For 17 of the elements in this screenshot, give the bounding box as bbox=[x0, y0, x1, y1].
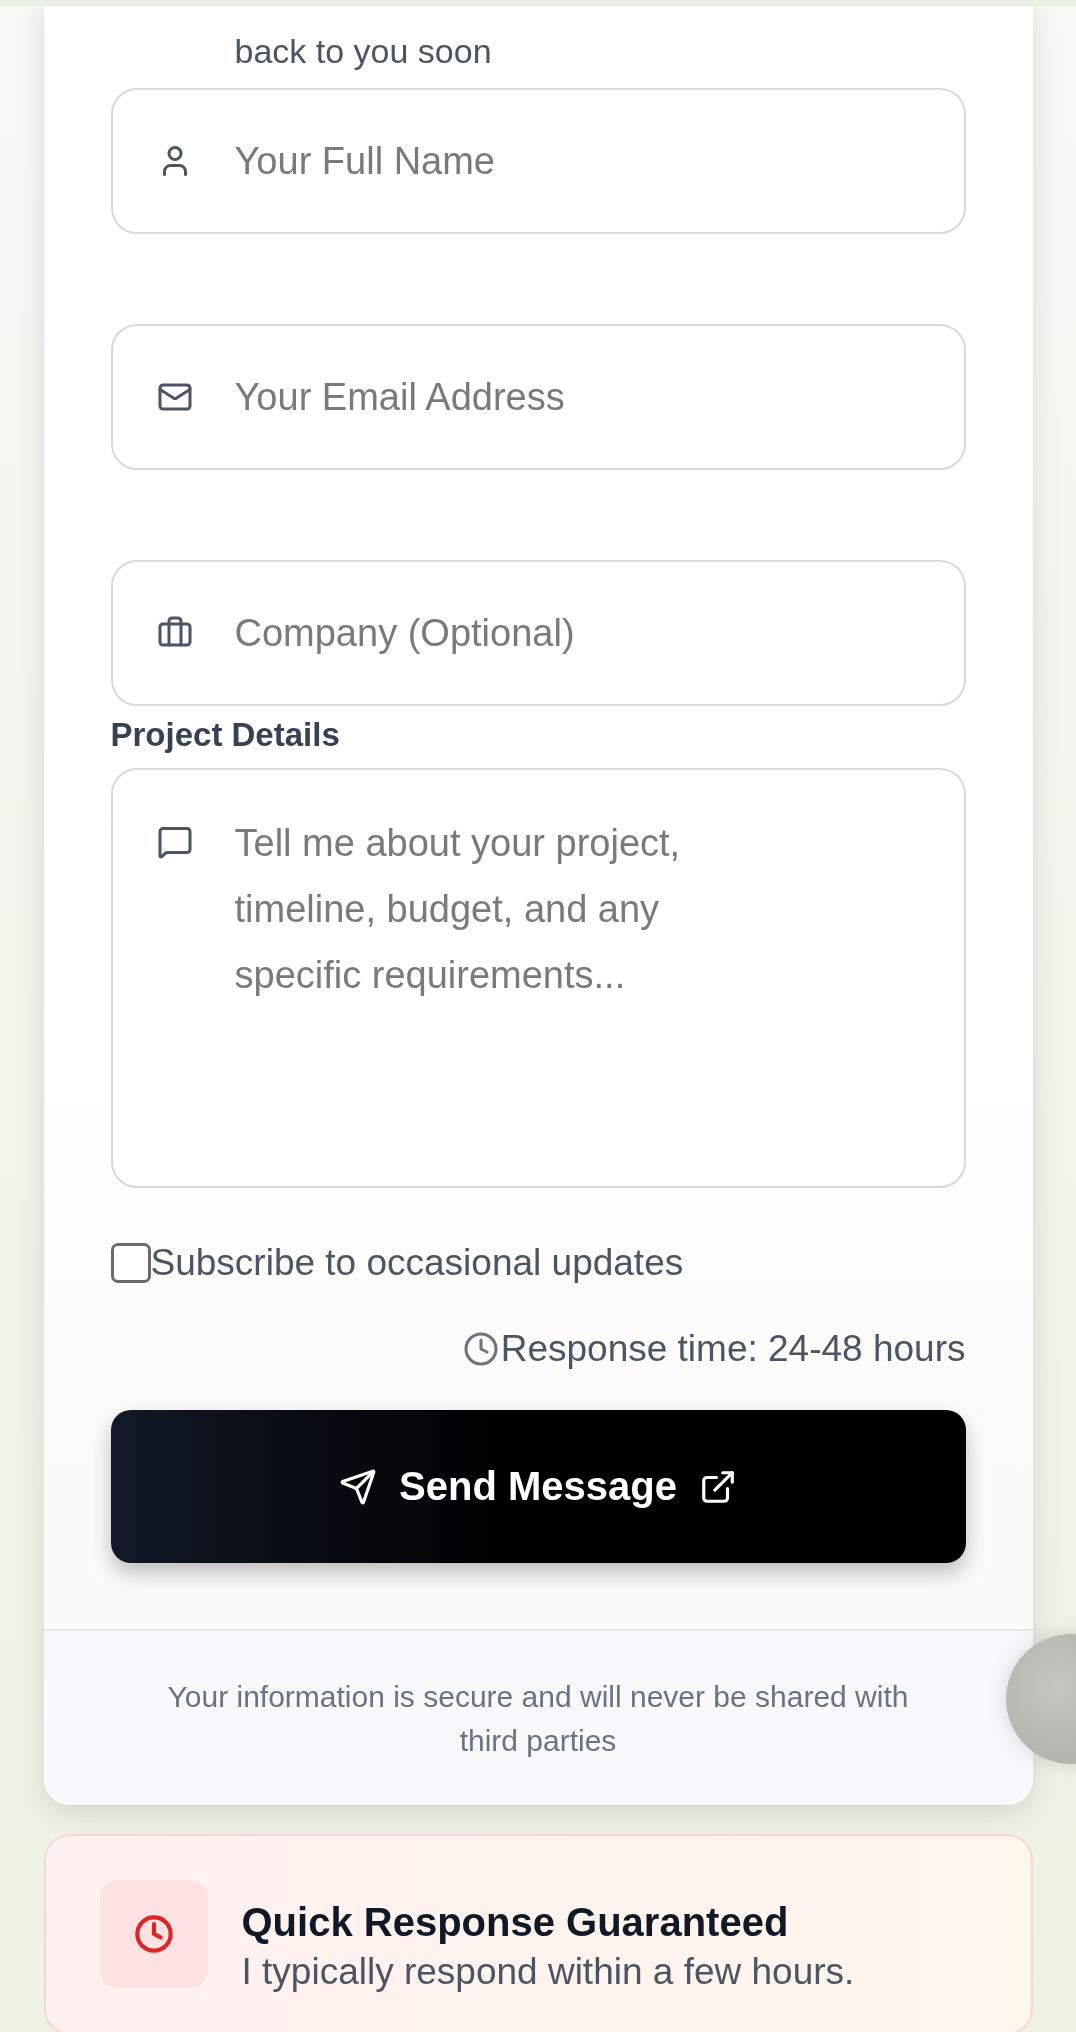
privacy-note: Your information is secure and will never be shared with third parties bbox=[43, 1629, 1033, 1805]
input-field[interactable]: Your Email Address bbox=[110, 324, 966, 470]
textarea-field[interactable]: Tell me about your project, timeline, budget, and any specific requirements... bbox=[110, 768, 966, 1188]
clock-icon bbox=[462, 1331, 499, 1367]
send-message-button[interactable]: Send Message bbox=[110, 1410, 966, 1563]
checkbox-label: Subscribe to occasional updates bbox=[150, 1242, 684, 1284]
message-icon bbox=[156, 824, 193, 860]
response-time: Response time: 24-48 hours bbox=[500, 1328, 966, 1370]
promo-title: Quick Response Guaranteed bbox=[241, 1900, 790, 1945]
input-field[interactable]: Your Full Name bbox=[110, 88, 966, 234]
checkbox[interactable] bbox=[110, 1243, 151, 1283]
field-label: Project Details bbox=[110, 716, 341, 754]
clock-icon bbox=[133, 1914, 174, 1954]
send-icon bbox=[339, 1467, 378, 1506]
input-field[interactable]: Company (Optional) bbox=[110, 560, 966, 706]
intro-text: back to you soon bbox=[233, 34, 493, 68]
promo-text: I typically respond within a few hours. bbox=[241, 1951, 855, 1993]
